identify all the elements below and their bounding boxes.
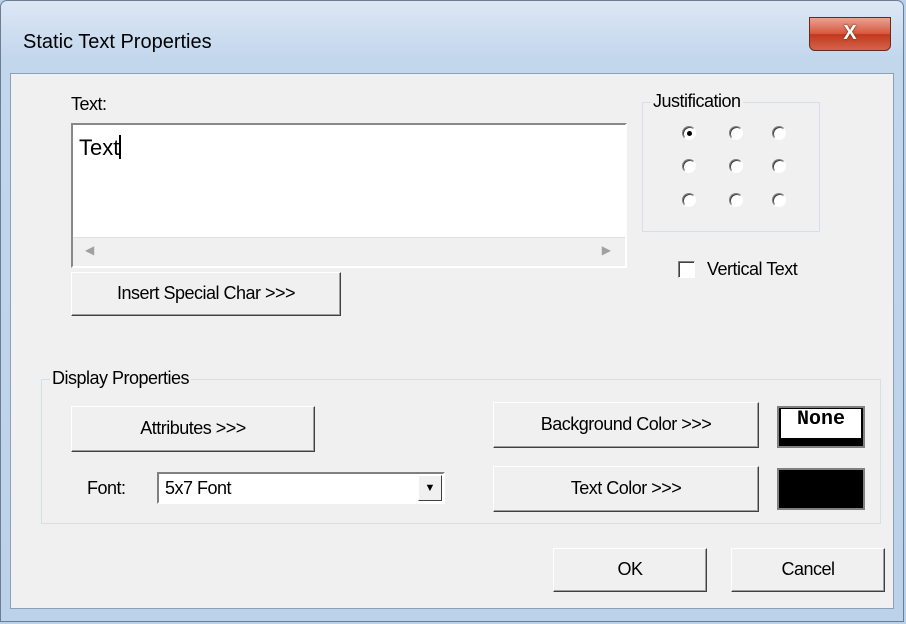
- text-caret: [119, 135, 122, 159]
- horizontal-scrollbar[interactable]: ◀ ▶: [73, 237, 625, 266]
- dialog-window: Static Text Properties X Text: Text ◀ ▶ …: [0, 0, 904, 622]
- cancel-button[interactable]: Cancel: [731, 548, 885, 592]
- justify-bottom-left-radio[interactable]: [682, 193, 696, 207]
- close-icon: X: [843, 22, 857, 44]
- font-label: Font:: [87, 478, 126, 498]
- justify-middle-right-radio[interactable]: [772, 159, 786, 173]
- text-label: Text:: [71, 94, 107, 114]
- window-title: Static Text Properties: [23, 31, 212, 53]
- text-input[interactable]: Text ◀ ▶: [71, 123, 627, 268]
- font-select-value: 5x7 Font: [165, 478, 232, 498]
- font-select[interactable]: 5x7 Font ▼: [157, 472, 445, 504]
- background-color-button[interactable]: Background Color >>>: [493, 402, 759, 448]
- background-swatch-text: None: [781, 409, 861, 438]
- dialog-body: Text: Text ◀ ▶ Insert Special Char >>> J…: [10, 73, 894, 609]
- justify-bottom-center-radio[interactable]: [729, 193, 743, 207]
- justification-group: Justification: [642, 91, 820, 232]
- display-properties-legend: Display Properties: [50, 368, 192, 389]
- text-color-button[interactable]: Text Color >>>: [493, 466, 759, 512]
- vertical-text-checkbox[interactable]: [678, 261, 695, 278]
- insert-special-char-button[interactable]: Insert Special Char >>>: [71, 272, 341, 316]
- ok-button[interactable]: OK: [553, 548, 707, 592]
- justify-top-left-radio[interactable]: [682, 126, 696, 140]
- close-button[interactable]: X: [809, 17, 891, 51]
- justify-top-right-radio[interactable]: [772, 126, 786, 140]
- text-value: Text: [79, 135, 120, 160]
- vertical-text-label[interactable]: Vertical Text: [707, 259, 798, 280]
- scroll-left-icon[interactable]: ◀: [85, 243, 94, 257]
- attributes-button[interactable]: Attributes >>>: [71, 406, 315, 452]
- justify-middle-center-radio[interactable]: [729, 159, 743, 173]
- scroll-right-icon[interactable]: ▶: [602, 243, 611, 257]
- text-color-swatch: [777, 468, 865, 510]
- justify-bottom-right-radio[interactable]: [772, 193, 786, 207]
- justify-middle-left-radio[interactable]: [682, 159, 696, 173]
- justify-top-center-radio[interactable]: [729, 126, 743, 140]
- title-bar[interactable]: Static Text Properties X: [1, 1, 903, 73]
- chevron-down-icon[interactable]: ▼: [418, 475, 442, 501]
- justification-legend: Justification: [651, 91, 743, 112]
- background-color-swatch: None: [777, 406, 865, 448]
